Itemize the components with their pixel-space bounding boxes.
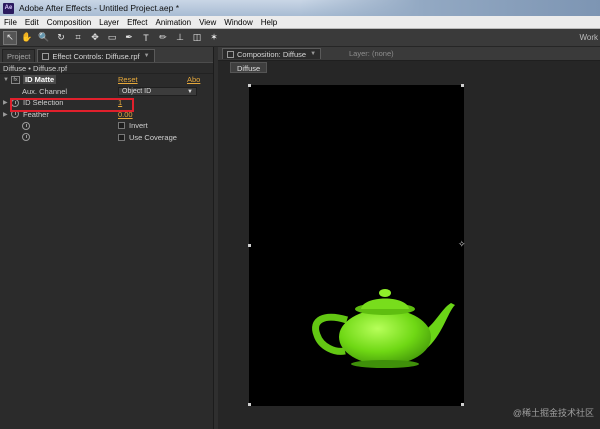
tab-effect-controls[interactable]: Effect Controls: Diffuse.rpf ▼ bbox=[37, 49, 155, 62]
composition-breadcrumb-chip[interactable]: Diffuse bbox=[230, 62, 268, 73]
aux-channel-label: Aux. Channel bbox=[22, 86, 68, 96]
composition-viewer[interactable]: ✧ bbox=[248, 84, 466, 406]
invert-label: Invert bbox=[129, 121, 148, 131]
layer-bounding-handle[interactable] bbox=[461, 403, 464, 406]
menu-effect[interactable]: Effect bbox=[123, 16, 151, 29]
aux-channel-dropdown[interactable]: Object ID ▼ bbox=[118, 86, 197, 96]
invert-checkbox[interactable] bbox=[118, 122, 125, 130]
tab-effect-controls-label: Effect Controls: Diffuse.rpf bbox=[52, 51, 140, 61]
property-row-invert: Invert bbox=[0, 120, 213, 132]
menu-help[interactable]: Help bbox=[257, 16, 281, 29]
brush-tool-icon[interactable]: ✏ bbox=[156, 31, 170, 45]
pan-behind-tool-icon[interactable]: ✥ bbox=[88, 31, 102, 45]
annotation-highlight bbox=[10, 98, 134, 112]
panel-menu-icon[interactable]: ▼ bbox=[144, 53, 150, 59]
selection-tool-icon[interactable]: ↖ bbox=[3, 30, 17, 45]
layer-bounding-handle[interactable] bbox=[248, 403, 251, 406]
layer-bounding-handle[interactable] bbox=[461, 84, 464, 87]
use-coverage-checkbox[interactable] bbox=[118, 133, 125, 141]
tab-composition-label: Composition: Diffuse bbox=[237, 49, 307, 59]
aux-channel-value: Object ID bbox=[122, 87, 152, 95]
teapot-render bbox=[312, 289, 455, 368]
menu-bar: File Edit Composition Layer Effect Anima… bbox=[0, 16, 600, 29]
menu-file[interactable]: File bbox=[0, 16, 21, 29]
menu-view[interactable]: View bbox=[195, 16, 220, 29]
pen-tool-icon[interactable]: ✒ bbox=[122, 31, 136, 45]
after-effects-app-icon: Ae bbox=[3, 2, 14, 14]
title-bar-blurred-area bbox=[300, 0, 600, 16]
lock-icon[interactable] bbox=[42, 52, 50, 60]
camera-tool-icon[interactable]: ⌗ bbox=[71, 31, 85, 45]
fx-toggle-icon[interactable]: fx bbox=[11, 75, 20, 84]
menu-composition[interactable]: Composition bbox=[43, 16, 95, 29]
title-bar: Ae Adobe After Effects - Untitled Projec… bbox=[0, 0, 600, 16]
chevron-down-icon: ▼ bbox=[187, 88, 193, 95]
about-link[interactable]: Abo bbox=[187, 75, 200, 84]
composition-panel: Composition: Diffuse ▼ Layer: (none) Dif… bbox=[218, 47, 600, 429]
eraser-tool-icon[interactable]: ◫ bbox=[190, 31, 204, 45]
menu-animation[interactable]: Animation bbox=[151, 16, 195, 29]
tab-project-label: Project bbox=[7, 51, 31, 61]
reset-link[interactable]: Reset bbox=[118, 75, 138, 84]
teapot-shape bbox=[312, 289, 455, 368]
tab-composition[interactable]: Composition: Diffuse ▼ bbox=[222, 48, 322, 59]
clone-stamp-tool-icon[interactable]: ⊥ bbox=[173, 31, 187, 45]
anchor-point-icon[interactable]: ✧ bbox=[458, 239, 466, 250]
tools-toolbar: ↖ ✋ 🔍 ↻ ⌗ ✥ ▭ ✒ T ✏ ⊥ ◫ ✶ Work bbox=[0, 29, 600, 47]
menu-layer[interactable]: Layer bbox=[95, 16, 123, 29]
rectangle-tool-icon[interactable]: ▭ bbox=[105, 31, 119, 45]
composition-navigator: Diffuse bbox=[218, 61, 600, 74]
watermark: @稀土掘金技术社区 bbox=[512, 408, 594, 418]
puppet-tool-icon[interactable]: ✶ bbox=[207, 31, 221, 45]
menu-window[interactable]: Window bbox=[220, 16, 256, 29]
type-tool-icon[interactable]: T bbox=[139, 31, 153, 45]
twirl-down-icon[interactable]: ▼ bbox=[3, 77, 11, 83]
effect-header-row[interactable]: ▼ fx ID Matte Reset Abo bbox=[0, 74, 213, 86]
hand-tool-icon[interactable]: ✋ bbox=[20, 31, 34, 45]
window-title: Adobe After Effects - Untitled Project.a… bbox=[19, 3, 180, 13]
effect-name[interactable]: ID Matte bbox=[23, 75, 57, 85]
zoom-tool-icon[interactable]: 🔍 bbox=[37, 31, 51, 45]
lock-icon[interactable] bbox=[227, 50, 234, 58]
layer-bounding-handle[interactable] bbox=[248, 244, 251, 247]
panel-menu-icon[interactable]: ▼ bbox=[310, 51, 316, 57]
stopwatch-icon[interactable] bbox=[22, 133, 30, 142]
tab-layer[interactable]: Layer: (none) bbox=[349, 49, 394, 58]
property-row-use-coverage: Use Coverage bbox=[0, 132, 213, 144]
stopwatch-icon[interactable] bbox=[22, 121, 30, 130]
composition-tabs: Composition: Diffuse ▼ Layer: (none) bbox=[218, 47, 600, 61]
tab-project[interactable]: Project bbox=[2, 49, 36, 62]
rotation-tool-icon[interactable]: ↻ bbox=[54, 31, 68, 45]
workspace-label[interactable]: Work bbox=[579, 29, 598, 47]
breadcrumb: Diffuse • Diffuse.rpf bbox=[0, 63, 213, 74]
menu-edit[interactable]: Edit bbox=[21, 16, 43, 29]
property-row-aux-channel: Aux. Channel Object ID ▼ bbox=[0, 86, 213, 98]
left-panel-tabs: Project Effect Controls: Diffuse.rpf ▼ bbox=[0, 47, 213, 63]
use-coverage-label: Use Coverage bbox=[129, 132, 177, 142]
layer-bounding-handle[interactable] bbox=[248, 84, 251, 87]
